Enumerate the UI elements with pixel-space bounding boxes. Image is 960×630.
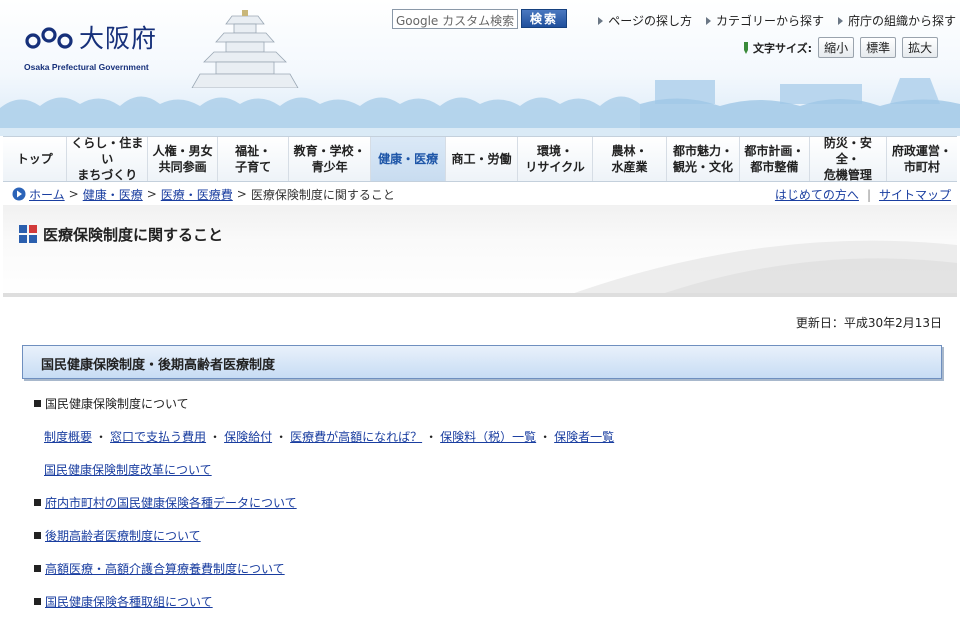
osaka-logo[interactable]: 大阪府: [24, 26, 157, 52]
breadcrumb-home[interactable]: ホーム: [29, 186, 65, 203]
triangle-right-icon: [598, 16, 604, 25]
link-municipal-nhi-data[interactable]: 府内市町村の国民健康保険各種データについて: [45, 496, 297, 510]
nav-item-human-rights[interactable]: 人権・男女 共同参画: [148, 137, 219, 181]
top-link-by-category[interactable]: カテゴリーから探す: [705, 12, 824, 29]
bullet-square-icon: [34, 400, 41, 407]
link-nhi-initiatives[interactable]: 国民健康保険各種取組について: [45, 595, 213, 609]
bullet-square-icon: [34, 499, 41, 506]
nav-item-welfare[interactable]: 福祉・ 子育て: [218, 137, 289, 181]
link-insurer-list[interactable]: 保険者一覧: [554, 430, 614, 444]
top-link-by-organization[interactable]: 府庁の組織から探す: [837, 12, 956, 29]
font-size-larger-button[interactable]: 拡大: [902, 37, 939, 58]
search-button[interactable]: 検索: [521, 9, 567, 28]
list-item-reform: 国民健康保険制度改革について: [44, 461, 212, 478]
link-high-medical-costs[interactable]: 医療費が高額になれば？: [290, 430, 422, 444]
link-premium-list[interactable]: 保険料（税）一覧: [440, 430, 536, 444]
page-title-band: 医療保険制度に関すること: [3, 205, 957, 297]
header-skyline-illustration: [0, 78, 960, 136]
font-size-controls: 文字サイズ: 縮小 標準 拡大: [742, 37, 939, 58]
page-title: 医療保険制度に関すること: [43, 226, 224, 244]
nav-item-administration[interactable]: 府政運営・ 市町村: [887, 137, 957, 181]
utility-links: はじめての方へ | サイトマップ: [774, 188, 951, 202]
breadcrumb-separator: >: [68, 187, 79, 201]
breadcrumb: ホーム > 健康・医療 > 医療・医療費 > 医療保険制度に関すること はじめて…: [3, 183, 957, 205]
list-item: 府内市町村の国民健康保険各種データについて: [34, 494, 297, 511]
first-time-visitors-link[interactable]: はじめての方へ: [775, 188, 859, 202]
nhi-sublinks: 制度概要・窓口で支払う費用・保険給付・医療費が高額になれば？・保険料（税）一覧・…: [44, 430, 615, 444]
link-combined-high-costs[interactable]: 高額医療・高額介護合算療養費制度について: [45, 562, 285, 576]
nav-item-health[interactable]: 健康・医療: [371, 137, 446, 181]
sitemap-link[interactable]: サイトマップ: [879, 188, 951, 202]
bullet-square-icon: [34, 565, 41, 572]
nav-item-agriculture[interactable]: 農林・ 水産業: [593, 137, 668, 181]
nav-item-urban-planning[interactable]: 都市計画・ 都市整備: [740, 137, 811, 181]
nav-item-environment[interactable]: 環境・ リサイクル: [518, 137, 593, 181]
top-link-how-to-search[interactable]: ページの探し方: [598, 12, 692, 29]
bullet-square-icon: [34, 532, 41, 539]
link-nhi-reform[interactable]: 国民健康保険制度改革について: [44, 463, 212, 477]
font-size-label: 文字サイズ:: [753, 41, 813, 55]
link-counter-costs[interactable]: 窓口で支払う費用: [110, 430, 206, 444]
updated-date: 更新日：平成30年2月13日: [795, 316, 942, 330]
breadcrumb-separator: >: [236, 187, 247, 201]
breadcrumb-health[interactable]: 健康・医療: [83, 186, 143, 203]
bullet-square-icon: [34, 598, 41, 605]
osaka-logo-rings-icon: [25, 27, 73, 49]
link-late-elderly-medical[interactable]: 後期高齢者医療制度について: [45, 529, 201, 543]
list-item: 後期高齢者医療制度について: [34, 527, 201, 544]
nav-item-education[interactable]: 教育・学校・ 青少年: [289, 137, 372, 181]
pen-icon: [744, 41, 748, 54]
four-squares-icon: [19, 225, 37, 243]
breadcrumb-current: 医療保険制度に関すること: [250, 187, 395, 202]
breadcrumb-separator: >: [146, 187, 157, 201]
triangle-right-icon: [837, 16, 843, 25]
font-size-standard-button[interactable]: 標準: [860, 37, 897, 58]
breadcrumb-medical-costs[interactable]: 医療・医療費: [161, 186, 233, 203]
logo-english-name: Osaka Prefectural Government: [24, 62, 149, 72]
nav-item-disaster[interactable]: 防災・安全・ 危機管理: [810, 136, 887, 182]
title-band-swoosh-decoration: [3, 240, 957, 297]
global-nav: トップ くらし・住まい まちづくり 人権・男女 共同参画 福祉・ 子育て 教育・…: [3, 136, 957, 182]
list-item: 国民健康保険各種取組について: [34, 593, 213, 610]
nav-item-top[interactable]: トップ: [3, 137, 68, 181]
link-system-overview[interactable]: 制度概要: [44, 430, 92, 444]
site-header: 大阪府 Osaka Prefectural Government Google …: [0, 0, 960, 136]
triangle-right-icon: [705, 16, 711, 25]
list-item-nhi: 国民健康保険制度について: [34, 395, 189, 412]
nhi-label: 国民健康保険制度について: [45, 397, 189, 411]
font-size-smaller-button[interactable]: 縮小: [818, 37, 855, 58]
logo-name: 大阪府: [79, 24, 158, 53]
home-circle-arrow-icon: [12, 187, 26, 201]
nav-item-living[interactable]: くらし・住まい まちづくり: [67, 136, 148, 182]
search-input[interactable]: Google カスタム検索: [392, 9, 518, 29]
header-top-links: ページの探し方 カテゴリーから探す 府庁の組織から探す: [598, 12, 956, 29]
nav-item-tourism[interactable]: 都市魅力・ 観光・文化: [667, 137, 740, 181]
section-heading: 国民健康保険制度・後期高齢者医療制度: [41, 358, 276, 373]
section-heading-bar: 国民健康保険制度・後期高齢者医療制度: [22, 345, 942, 379]
link-insurance-benefits[interactable]: 保険給付: [224, 430, 272, 444]
nav-item-commerce[interactable]: 商工・労働: [446, 137, 519, 181]
osaka-castle-illustration: [191, 10, 299, 88]
list-item: 高額医療・高額介護合算療養費制度について: [34, 560, 285, 577]
